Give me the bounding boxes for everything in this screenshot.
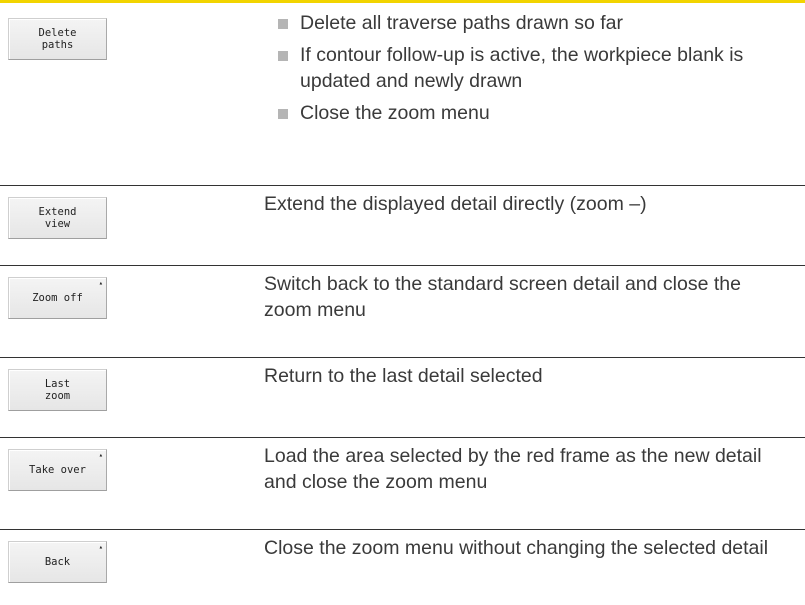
softkey-label: Last zoom [44,378,71,402]
top-accent-rule [0,0,805,3]
row-separator [0,357,805,358]
softkey-label: Extend view [38,206,77,230]
back-softkey[interactable]: ▴ Back [8,541,107,583]
bullet-text: Close the zoom menu [300,102,490,124]
zoom-off-softkey[interactable]: ▴ Zoom off [8,277,107,319]
softkey-label: Delete paths [38,27,77,51]
zoom-off-description: Switch back to the standard screen detai… [264,273,741,321]
take-over-softkey[interactable]: ▴ Take over [8,449,107,491]
last-zoom-softkey[interactable]: Last zoom [8,369,107,411]
list-item: If contour follow-up is active, the work… [278,42,798,94]
row-separator [0,437,805,438]
submenu-marker-icon: ▴ [98,543,103,551]
back-description: Close the zoom menu without changing the… [264,537,769,559]
extend-view-softkey[interactable]: Extend view [8,197,107,239]
submenu-marker-icon: ▴ [98,279,103,287]
bullet-square-icon [278,19,288,29]
delete-paths-description: Delete all traverse paths drawn so far I… [278,10,798,132]
row-separator [0,265,805,266]
softkey-label: Take over [29,464,86,476]
take-over-description: Load the area selected by the red frame … [264,445,762,493]
bullet-text: Delete all traverse paths drawn so far [300,12,623,34]
extend-view-description: Extend the displayed detail directly (zo… [264,193,647,215]
softkey-label: Zoom off [32,292,83,304]
bullet-square-icon [278,51,288,61]
list-item: Close the zoom menu [278,100,798,126]
delete-paths-softkey[interactable]: Delete paths [8,18,107,60]
row-separator [0,529,805,530]
row-separator [0,185,805,186]
list-item: Delete all traverse paths drawn so far [278,10,798,36]
bullet-text: If contour follow-up is active, the work… [300,44,744,92]
bullet-square-icon [278,109,288,119]
last-zoom-description: Return to the last detail selected [264,365,543,387]
submenu-marker-icon: ▴ [98,451,103,459]
softkey-label: Back [44,556,71,568]
